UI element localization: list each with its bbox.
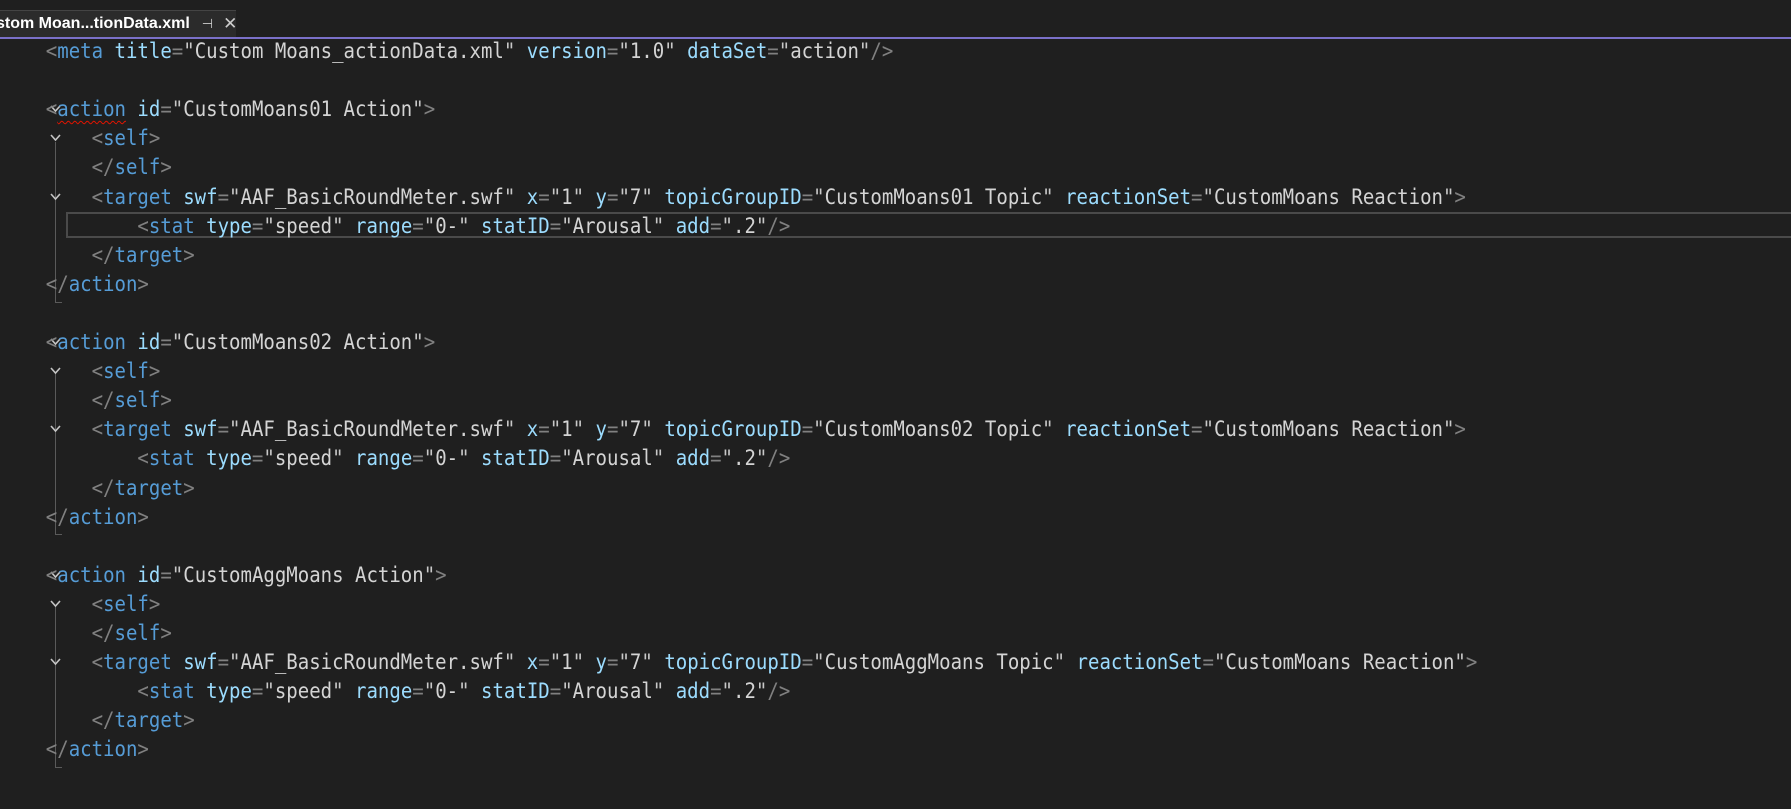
code-text: <stat type="speed" range="0-" statID="Ar… [137, 213, 791, 238]
tab-bar: stom Moan...tionData.xml ⊣ ✕ [0, 0, 1791, 39]
code-text: <stat type="speed" range="0-" statID="Ar… [137, 679, 791, 704]
code-line[interactable]: <target swf="AAF_BasicRoundMeter.swf" x=… [0, 648, 1791, 677]
close-icon[interactable]: ✕ [223, 14, 236, 34]
code-line[interactable]: <action id="CustomMoans02 Action"> [0, 328, 1791, 357]
code-line[interactable]: </self> [0, 386, 1791, 415]
code-text: </target> [91, 708, 195, 733]
code-text: <target swf="AAF_BasicRoundMeter.swf" x=… [91, 650, 1478, 675]
code-text: <action id="CustomMoans01 Action"> [45, 97, 436, 122]
code-text: </target> [91, 475, 195, 500]
editor-tab[interactable]: stom Moan...tionData.xml ⊣ ✕ [0, 10, 236, 37]
code-text: </action> [45, 504, 149, 529]
code-line[interactable]: <self> [0, 357, 1791, 386]
code-line[interactable]: <self> [0, 590, 1791, 619]
code-text: </self> [91, 621, 172, 645]
code-text: <self> [91, 591, 161, 616]
code-line[interactable]: </target> [0, 706, 1791, 735]
code-line[interactable] [0, 532, 1791, 561]
code-line[interactable]: </action> [0, 503, 1791, 532]
code-text: <stat type="speed" range="0-" statID="Ar… [137, 446, 791, 471]
code-line[interactable]: <stat type="speed" range="0-" statID="Ar… [0, 677, 1791, 706]
code-line[interactable]: <self> [0, 124, 1791, 153]
pin-icon[interactable]: ⊣ [202, 17, 213, 32]
code-line[interactable]: </action> [0, 735, 1791, 764]
code-text: </action> [45, 271, 149, 296]
code-line[interactable]: <stat type="speed" range="0-" statID="Ar… [0, 444, 1791, 473]
code-text: <meta title="Custom Moans_actionData.xml… [45, 39, 894, 63]
code-line[interactable]: <stat type="speed" range="0-" statID="Ar… [0, 211, 1791, 241]
code-line[interactable]: <action id="CustomAggMoans Action"> [0, 561, 1791, 590]
code-line[interactable]: <action id="CustomMoans01 Action"> [0, 95, 1791, 124]
code-line[interactable]: </target> [0, 241, 1791, 270]
code-text: <target swf="AAF_BasicRoundMeter.swf" x=… [91, 417, 1466, 442]
code-text: <self> [91, 126, 161, 151]
code-line[interactable]: </self> [0, 619, 1791, 648]
code-line[interactable]: </action> [0, 270, 1791, 299]
code-editor[interactable]: <meta title="Custom Moans_actionData.xml… [0, 37, 1791, 809]
code-text: </self> [91, 388, 172, 413]
code-text: <action id="CustomAggMoans Action"> [45, 562, 447, 587]
code-text: </target> [91, 242, 195, 267]
code-text: <self> [91, 359, 161, 384]
code-line[interactable]: <target swf="AAF_BasicRoundMeter.swf" x=… [0, 183, 1791, 212]
code-line[interactable] [0, 299, 1791, 328]
code-line[interactable]: <target swf="AAF_BasicRoundMeter.swf" x=… [0, 415, 1791, 444]
code-line[interactable]: </target> [0, 474, 1791, 503]
code-line[interactable]: </self> [0, 153, 1791, 182]
tab-title: stom Moan...tionData.xml [0, 15, 190, 32]
code-line[interactable] [0, 66, 1791, 95]
code-text: <action id="CustomMoans02 Action"> [45, 330, 436, 354]
fold-guide-end [55, 767, 62, 768]
code-line[interactable]: <meta title="Custom Moans_actionData.xml… [0, 37, 1791, 66]
code-text: </self> [91, 155, 172, 180]
code-text: </action> [45, 737, 149, 762]
code-text: <target swf="AAF_BasicRoundMeter.swf" x=… [91, 184, 1466, 209]
